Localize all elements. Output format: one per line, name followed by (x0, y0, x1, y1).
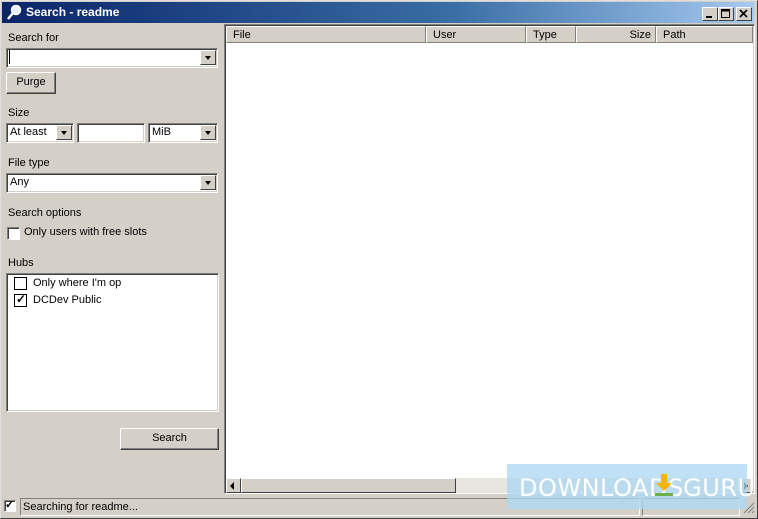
hub-checkbox-dcdev-public[interactable]: ✓ (14, 292, 27, 307)
chevron-down-icon (61, 131, 67, 135)
search-input[interactable] (6, 48, 218, 68)
download-arrow-icon (655, 474, 673, 496)
hub-item-label[interactable]: DCDev Public (33, 294, 101, 306)
status-text: Searching for readme... (23, 501, 138, 513)
size-unit-value: MiB (152, 126, 171, 138)
checkmark-icon: ✓ (5, 499, 15, 511)
text-caret (9, 50, 10, 64)
purge-button[interactable]: Purge (6, 72, 56, 94)
search-for-label: Search for (8, 32, 59, 44)
hubs-label: Hubs (8, 257, 34, 269)
watermark-banner: DOWNLOADS .GURU (507, 464, 755, 509)
scroll-thumb[interactable] (241, 478, 456, 493)
hubs-list[interactable]: Only where I'm op ✓ DCDev Public (6, 273, 219, 412)
file-type-value: Any (10, 176, 29, 188)
size-value-input[interactable] (77, 123, 145, 143)
column-header-file[interactable]: File (226, 26, 426, 43)
minimize-button[interactable] (702, 7, 718, 21)
size-unit-dropdown-button[interactable] (200, 125, 216, 140)
column-header-type[interactable]: Type (526, 26, 576, 43)
file-type-dropdown-button[interactable] (200, 175, 216, 190)
free-slots-label[interactable]: Only users with free slots (24, 226, 147, 238)
free-slots-checkbox[interactable] (7, 227, 20, 240)
size-mode-dropdown-button[interactable] (56, 125, 72, 140)
size-label: Size (8, 107, 30, 119)
file-type-label: File type (8, 157, 50, 169)
results-header: File User Type Size Path (226, 26, 753, 44)
search-button[interactable]: Search (120, 428, 219, 450)
hub-item-label[interactable]: Only where I'm op (33, 277, 121, 289)
results-list[interactable]: File User Type Size Path (224, 24, 755, 494)
title-bar[interactable]: Search - readme (2, 2, 754, 23)
size-unit-select[interactable]: MiB (148, 123, 218, 143)
close-icon (739, 9, 748, 18)
window-title: Search - readme (26, 5, 120, 19)
hub-checkbox-only-op[interactable] (14, 277, 27, 290)
column-header-path[interactable]: Path (656, 26, 753, 43)
size-mode-select[interactable]: At least (6, 123, 74, 143)
maximize-button[interactable] (718, 7, 734, 21)
watermark-text-right: .GURU (675, 474, 756, 502)
minimize-icon (706, 16, 712, 18)
chevron-down-icon (205, 131, 211, 135)
maximize-icon (721, 9, 730, 18)
chevron-down-icon (205, 56, 211, 60)
search-options-label: Search options (8, 207, 82, 219)
column-header-size[interactable]: Size (576, 26, 656, 43)
close-button[interactable] (736, 7, 752, 21)
arrow-left-icon (230, 482, 234, 490)
checkmark-icon: ✓ (16, 292, 27, 306)
column-header-user[interactable]: User (426, 26, 526, 43)
scroll-left-button[interactable] (226, 478, 241, 493)
status-checkbox[interactable]: ✓ (4, 499, 16, 512)
search-magnifier-icon (7, 4, 22, 20)
search-dropdown-button[interactable] (200, 50, 216, 65)
size-mode-value: At least (10, 126, 47, 138)
chevron-down-icon (205, 181, 211, 185)
file-type-select[interactable]: Any (6, 173, 218, 193)
